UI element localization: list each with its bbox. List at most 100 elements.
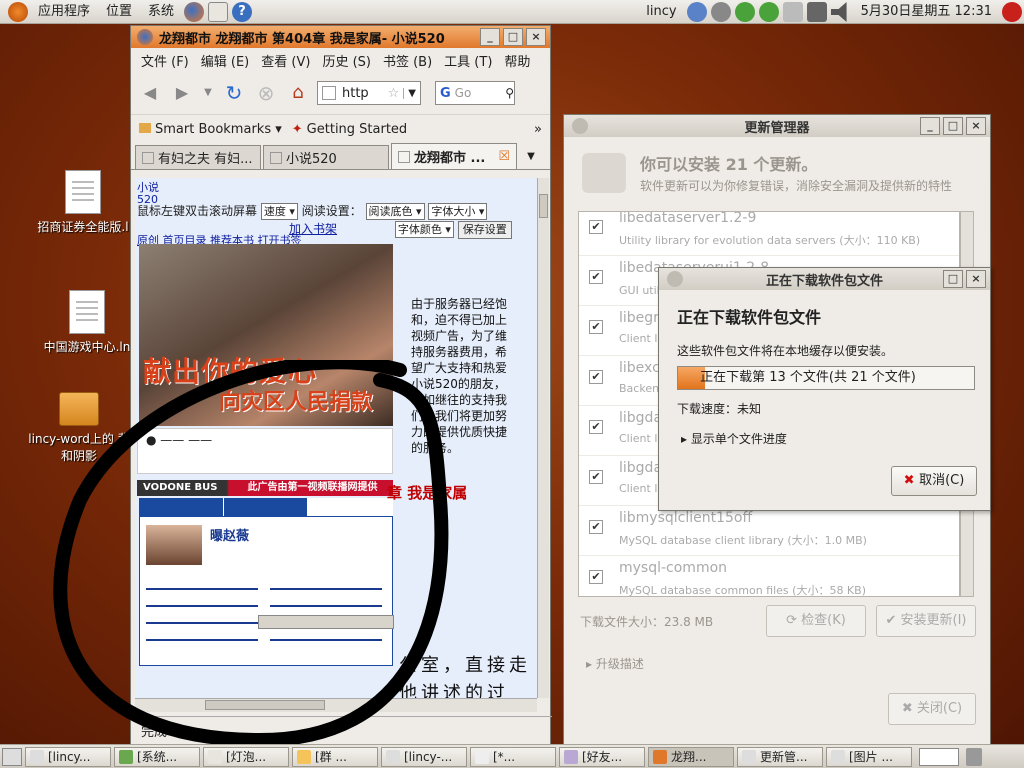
tab-3-active[interactable]: 龙翔都市 ... ☒ [391, 143, 517, 169]
news-thumb[interactable] [146, 525, 202, 565]
vodone-banner[interactable]: VODONE BUS 此广告由第一视频联播网提供 [137, 480, 393, 496]
scrollbar-thumb[interactable] [539, 194, 548, 218]
taskbar-button[interactable]: 龙翔... [648, 746, 734, 767]
vertical-scrollbar[interactable] [537, 178, 549, 698]
bookmark-getting-started[interactable]: ✦ Getting Started [292, 122, 407, 137]
font-size-select[interactable]: 字体大小 ▾ [428, 203, 488, 220]
search-icon[interactable]: ⚲ [505, 86, 514, 100]
stop-button[interactable]: ⊗ [253, 80, 279, 106]
menu-tools[interactable]: 工具 (T) [438, 51, 498, 70]
messenger-2-icon[interactable] [758, 2, 779, 22]
power-icon[interactable] [1002, 2, 1022, 22]
ubuntu-logo-icon[interactable] [8, 1, 28, 22]
taskbar-button[interactable]: [灯泡... [203, 746, 289, 767]
mail-launcher-icon[interactable] [208, 1, 229, 22]
news-tab-2[interactable] [223, 498, 309, 516]
taskbar-button[interactable]: [系统... [114, 746, 200, 767]
messenger-icon[interactable] [734, 2, 755, 22]
taskbar-button[interactable]: 更新管... [737, 746, 823, 767]
file-progress-expander[interactable]: ▸ 显示单个文件进度 [681, 430, 787, 447]
horizontal-scrollbar[interactable] [135, 698, 537, 712]
menu-file[interactable]: 文件 (F) [135, 51, 195, 70]
desktop-icon-shared-folder[interactable]: lincy-word上的 背 和阴影 [24, 386, 134, 464]
taskbar-button[interactable]: [lincy... [25, 746, 111, 767]
bookmark-star-icon[interactable]: ☆ [388, 86, 400, 101]
minimize-button[interactable]: _ [480, 28, 500, 46]
tab-list-icon[interactable]: ▼ [519, 145, 543, 169]
package-checkbox[interactable]: ✔ [589, 320, 603, 334]
help-launcher-icon[interactable]: ? [232, 1, 253, 22]
taskbar-button[interactable]: [*... [470, 746, 556, 767]
menu-history[interactable]: 历史 (S) [316, 51, 377, 70]
clock[interactable]: 5月30日星期五 12:31 [853, 0, 1000, 24]
cancel-button[interactable]: ✖ 取消(C) [891, 466, 977, 496]
url-bar[interactable]: http ☆ ▼ [317, 81, 421, 105]
taskbar-button[interactable]: [图片 ... [826, 746, 912, 767]
clock-applet-icon[interactable] [686, 2, 707, 22]
bg-color-select[interactable]: 阅读底色 ▾ [365, 203, 425, 220]
close-button[interactable]: × [966, 270, 986, 288]
desktop-icon-zhaoshang[interactable]: 招商证券全能版.l [28, 170, 138, 235]
news-mini-bar[interactable] [258, 615, 394, 629]
save-settings-button[interactable]: 保存设置 [457, 221, 512, 239]
google-icon[interactable]: G [440, 86, 451, 101]
install-updates-button[interactable]: ✔ 安装更新(I) [876, 605, 976, 637]
network-icon[interactable] [806, 2, 827, 22]
news-line[interactable] [270, 579, 382, 649]
printer-icon[interactable] [782, 2, 803, 22]
show-desktop-icon[interactable] [2, 747, 22, 766]
bookmarks-overflow-icon[interactable]: » [534, 122, 542, 137]
package-checkbox[interactable]: ✔ [589, 370, 603, 384]
minimize-button[interactable]: _ [920, 117, 940, 135]
url-dropdown-icon[interactable]: ▼ [403, 87, 420, 99]
tab-1[interactable]: 有妇之夫 有妇... [135, 145, 261, 169]
close-button[interactable]: × [966, 117, 986, 135]
system-menu[interactable]: 系统 [140, 0, 182, 24]
news-headline[interactable]: 曝赵薇 [210, 525, 249, 544]
package-row[interactable]: ✔ libmysqlclient15off MySQL database clien… [579, 506, 959, 556]
search-bar[interactable]: G Go ⚲ [435, 81, 515, 105]
download-dialog-titlebar[interactable]: 正在下载软件包文件 □ × [659, 268, 990, 290]
maximize-button[interactable]: □ [503, 28, 523, 46]
update-manager-titlebar[interactable]: 更新管理器 _ □ × [564, 115, 990, 137]
upgrade-description-toggle[interactable]: ▸ 升级描述 [586, 655, 644, 672]
package-checkbox[interactable]: ✔ [589, 270, 603, 284]
maximize-button[interactable]: □ [943, 270, 963, 288]
reload-button[interactable]: ↻ [221, 80, 247, 106]
volume-icon[interactable] [830, 2, 847, 22]
home-button[interactable]: ⌂ [285, 80, 311, 106]
package-checkbox[interactable]: ✔ [589, 520, 603, 534]
menu-edit[interactable]: 编辑 (E) [195, 51, 256, 70]
menu-bookmarks[interactable]: 书签 (B) [377, 51, 438, 70]
back-button[interactable]: ◀ [137, 80, 163, 106]
menu-help[interactable]: 帮助 [498, 51, 536, 70]
history-dropdown-icon[interactable]: ▼ [201, 80, 215, 106]
scrollbar-thumb[interactable] [205, 700, 325, 710]
close-button[interactable]: × [526, 28, 546, 46]
user-name[interactable]: lincy [638, 0, 684, 24]
news-tab-1[interactable] [139, 498, 224, 516]
tab-2[interactable]: 小说520 [263, 145, 389, 169]
menu-view[interactable]: 查看 (V) [255, 51, 316, 70]
taskbar-button[interactable]: [群 ... [292, 746, 378, 767]
forward-button[interactable]: ▶ [169, 80, 195, 106]
news-tab-3[interactable] [308, 498, 394, 516]
desktop-icon-game-center[interactable]: 中国游戏中心.ln [32, 290, 142, 355]
bookmark-smart[interactable]: Smart Bookmarks ▾ [139, 122, 282, 137]
font-color-select[interactable]: 字体颜色 ▾ [394, 221, 454, 238]
firefox-launcher-icon[interactable] [184, 1, 205, 22]
package-row[interactable]: ✔ libedataserver1.2-9 Utility library for … [579, 212, 959, 256]
taskbar-button[interactable]: [好友... [559, 746, 645, 767]
package-checkbox[interactable]: ✔ [589, 570, 603, 584]
close-tab-icon[interactable]: ☒ [498, 149, 510, 164]
package-checkbox[interactable]: ✔ [589, 470, 603, 484]
package-row[interactable]: ✔ mysql-common MySQL database common files… [579, 556, 959, 596]
trash-icon[interactable] [966, 747, 982, 766]
gear-icon[interactable] [710, 2, 731, 22]
speed-select[interactable]: 速度 ▾ [260, 203, 298, 220]
search-input[interactable]: Go [455, 86, 506, 100]
places-menu[interactable]: 位置 [98, 0, 140, 24]
taskbar-button[interactable]: [lincy-... [381, 746, 467, 767]
workspace-switcher[interactable] [919, 747, 959, 766]
firefox-titlebar[interactable]: 龙翔都市 龙翔都市 第404章 我是家属- 小说520 _ □ × [131, 26, 550, 48]
